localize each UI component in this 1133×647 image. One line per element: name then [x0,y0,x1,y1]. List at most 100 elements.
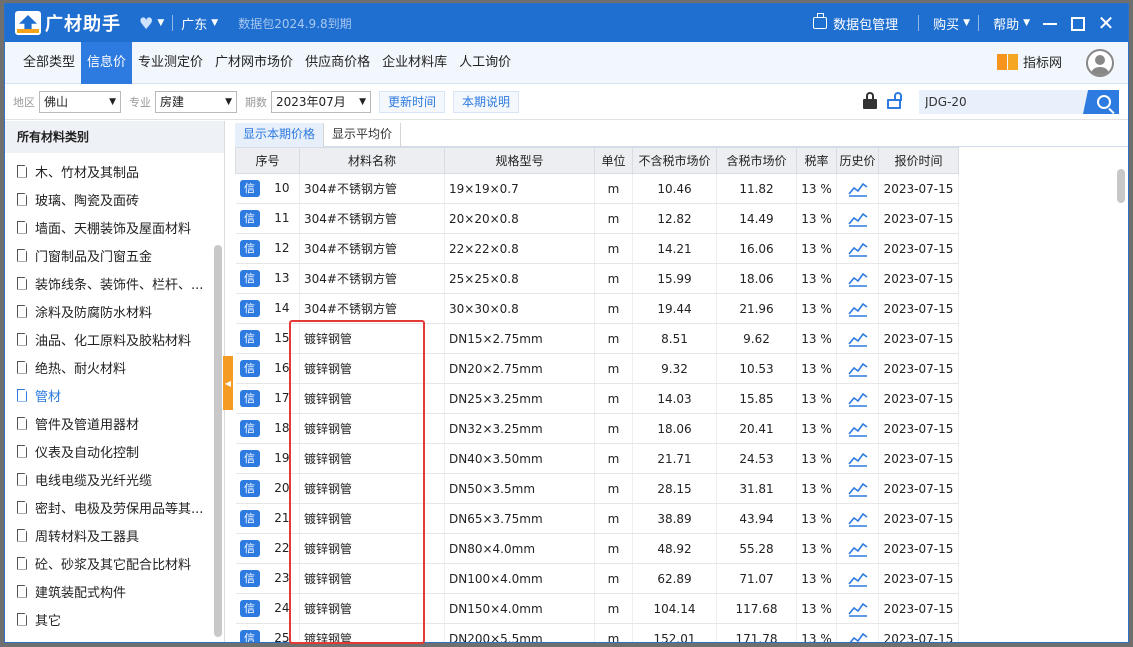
line-chart-icon[interactable] [847,391,868,407]
area-select[interactable]: 佛山 ▼ [39,90,121,113]
sidebar-item[interactable]: 电线电缆及光纤光缆 [5,465,213,493]
history-cell [836,323,879,354]
line-chart-icon[interactable] [847,511,868,527]
sidebar-item[interactable]: 建筑装配式构件 [5,577,213,605]
line-chart-icon[interactable] [847,271,868,287]
table-row[interactable]: 信 13 304#不锈钢方管 25×25×0.8 m 15.99 18.06 13 % 2023… [235,263,959,294]
line-chart-icon[interactable] [847,301,868,317]
table-row[interactable]: 信 17 镀锌钢管 DN25×3.25mm m 14.03 15.85 13 % 2023-07… [235,383,959,414]
table-row[interactable]: 信 12 304#不锈钢方管 22×22×0.8 m 14.21 16.06 13 % 2023… [235,233,959,264]
tab-info-price[interactable]: 信息价 [81,41,133,84]
tab-professional-price[interactable]: 专业测定价 [132,42,209,84]
table-row[interactable]: 信 16 镀锌钢管 DN20×2.75mm m 9.32 10.53 13 % 2023-07-… [235,353,959,384]
table-row[interactable]: 信 23 镀锌钢管 DN100×4.0mm m 62.89 71.07 13 % 2023-07… [235,563,959,594]
tab-enterprise-library[interactable]: 企业材料库 [376,42,453,84]
material-spec: DN40×3.50mm [444,443,595,474]
table-row[interactable]: 信 10 304#不锈钢方管 19×19×0.7 m 10.46 11.82 13 % 2023… [235,173,959,204]
update-time-button[interactable]: 更新时间 [379,90,446,113]
line-chart-icon[interactable] [847,601,868,617]
tab-all-types[interactable]: 全部类型 [5,42,81,84]
sidebar-item[interactable]: 门窗制品及门窗五金 [5,241,213,269]
table-row[interactable]: 信 21 镀锌钢管 DN65×3.75mm m 38.89 43.94 13 % 2023-07… [235,503,959,534]
sidebar-item[interactable]: 管材 [5,381,213,409]
col-header-no[interactable]: 序号 [235,147,300,174]
document-icon [17,472,27,486]
row-number-cell: 信 17 [235,383,300,414]
material-spec: DN32×3.25mm [444,413,595,444]
table-row[interactable]: 信 22 镀锌钢管 DN80×4.0mm m 48.92 55.28 13 % 2023-07-… [235,533,959,564]
table-row[interactable]: 信 11 304#不锈钢方管 20×20×0.8 m 12.82 14.49 13 % 2023… [235,203,959,234]
row-number-cell: 信 18 [235,413,300,444]
sidebar-item[interactable]: 其它 [5,605,213,633]
sidebar-item[interactable]: 砼、砂浆及其它配合比材料 [5,549,213,577]
sidebar-item[interactable]: 绝热、耐火材料 [5,353,213,381]
table-row[interactable]: 信 19 镀锌钢管 DN40×3.50mm m 21.71 24.53 13 % 2023-07… [235,443,959,474]
sidebar-item[interactable]: 装饰线条、装饰件、栏杆、... [5,269,213,297]
sidebar-item[interactable]: 周转材料及工器具 [5,521,213,549]
col-header-spec[interactable]: 规格型号 [444,147,595,174]
table-row[interactable]: 信 18 镀锌钢管 DN32×3.25mm m 18.06 20.41 13 % 2023-07… [235,413,959,444]
line-chart-icon[interactable] [847,571,868,587]
table-row[interactable]: 信 25 镀锌钢管 DN200×5.5mm m 152.01 171.78 13 % 2023-… [235,623,959,642]
period-select[interactable]: 2023年07月 ▼ [271,90,371,113]
sidebar-scrollbar[interactable] [214,245,222,637]
buy-menu[interactable]: 购买 ▼ [933,14,970,33]
line-chart-icon[interactable] [847,481,868,497]
table-row[interactable]: 信 24 镀锌钢管 DN150×4.0mm m 104.14 117.68 13 % 2023-… [235,593,959,624]
col-header-history[interactable]: 历史价 [836,147,879,174]
search-input[interactable] [919,91,1079,113]
maximize-button[interactable] [1064,14,1092,33]
line-chart-icon[interactable] [847,421,868,437]
diamond-icon[interactable]: ♥ [139,14,153,33]
col-header-name[interactable]: 材料名称 [299,147,445,174]
line-chart-icon[interactable] [847,241,868,257]
lock-icon[interactable] [863,92,877,110]
tab-manual-inquiry[interactable]: 人工询价 [453,42,517,84]
specialty-select[interactable]: 房建 ▼ [155,90,237,113]
collapse-sidebar-handle[interactable]: ◀ [223,356,233,410]
search-button[interactable] [1083,90,1119,114]
table-scrollbar[interactable] [1117,169,1125,203]
line-chart-icon[interactable] [847,451,868,467]
tab-average-price[interactable]: 显示平均价 [324,123,402,147]
unlock-icon[interactable] [887,92,902,110]
minimize-button[interactable] [1036,14,1064,33]
sidebar-item[interactable]: 油品、化工原料及胶粘材料 [5,325,213,353]
close-button[interactable]: ✕ [1092,11,1120,35]
price-in-tax: 43.94 [716,503,797,534]
category-sidebar: 所有材料类别 木、竹材及其制品 玻璃、陶瓷及面砖 墙面、天棚装饰及屋面材料 门窗制品及… [5,121,225,642]
chevron-down-icon[interactable]: ▼ [157,18,164,28]
zbw-link[interactable]: 指标网 [996,51,1062,71]
table-row[interactable]: 信 15 镀锌钢管 DN15×2.75mm m 8.51 9.62 13 % 2023-07-1… [235,323,959,354]
col-header-tax-rate[interactable]: 税率 [796,147,837,174]
line-chart-icon[interactable] [848,631,868,642]
period-note-button[interactable]: 本期说明 [453,90,520,113]
chevron-down-icon[interactable]: ▼ [211,18,218,28]
table-row[interactable]: 信 14 304#不锈钢方管 30×30×0.8 m 19.44 21.96 13 % 2023… [235,293,959,324]
tab-supplier-price[interactable]: 供应商价格 [299,42,376,84]
package-mgmt-button[interactable]: 数据包管理 [813,13,898,33]
line-chart-icon[interactable] [847,331,868,347]
tab-current-price[interactable]: 显示本期价格 [235,123,325,147]
sidebar-item[interactable]: 木、竹材及其制品 [5,157,213,185]
line-chart-icon[interactable] [847,211,868,227]
sidebar-item[interactable]: 管件及管道用器材 [5,409,213,437]
sidebar-item[interactable]: 仪表及自动化控制 [5,437,213,465]
sidebar-item[interactable]: 涂料及防腐防水材料 [5,297,213,325]
avatar[interactable] [1086,49,1114,77]
tab-market-price[interactable]: 广材网市场价 [209,42,299,84]
sidebar-item[interactable]: 密封、电极及劳保用品等其... [5,493,213,521]
help-menu[interactable]: 帮助 ▼ [993,14,1030,33]
sidebar-item-label: 周转材料及工器具 [35,529,140,545]
col-header-date[interactable]: 报价时间 [878,147,959,174]
line-chart-icon[interactable] [847,181,868,197]
col-header-price-in-tax[interactable]: 含税市场价 [716,147,797,174]
region-selector[interactable]: 广东 [181,14,207,33]
col-header-price-ex-tax[interactable]: 不含税市场价 [632,147,717,174]
table-row[interactable]: 信 20 镀锌钢管 DN50×3.5mm m 28.15 31.81 13 % 2023-07-… [235,473,959,504]
col-header-unit[interactable]: 单位 [594,147,633,174]
line-chart-icon[interactable] [847,361,868,377]
sidebar-item[interactable]: 玻璃、陶瓷及面砖 [5,185,213,213]
line-chart-icon[interactable] [847,541,868,557]
sidebar-item[interactable]: 墙面、天棚装饰及屋面材料 [5,213,213,241]
